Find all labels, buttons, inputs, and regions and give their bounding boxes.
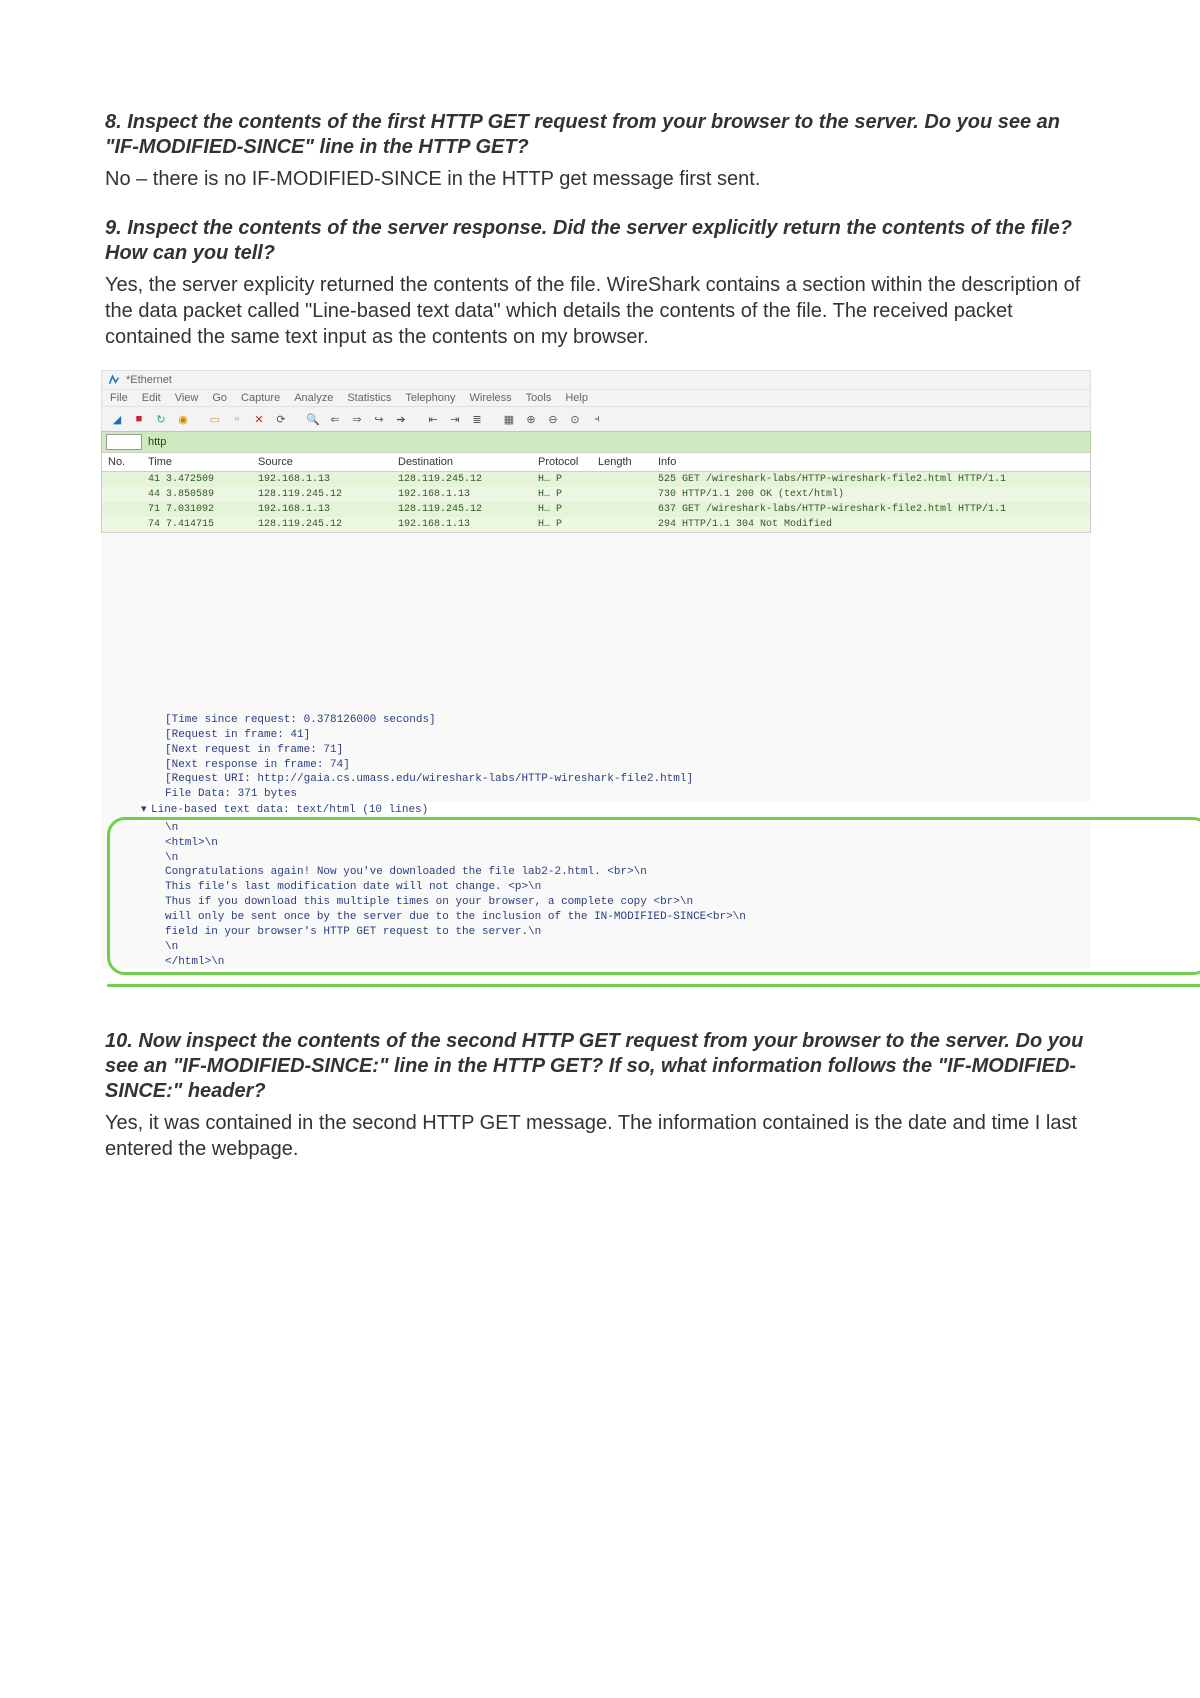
packet-list[interactable]: 41 3.472509192.168.1.13128.119.245.12H… …	[101, 472, 1091, 533]
body-line: </html>\n	[165, 955, 1091, 970]
hdr-destination[interactable]: Destination	[396, 455, 536, 469]
answer-8: No – there is no IF-MODIFIED-SINCE in th…	[105, 166, 1095, 192]
wireshark-toolbar[interactable]: ◢ ■ ↻ ◉ ▭ ▫ ✕ ⟳ 🔍 ⇐ ⇒ ↪ ➔ ⇤ ⇥ ≣ ▦ ⊕ ⊖ ⊙ …	[101, 406, 1091, 431]
toolbar-zoom-in-icon[interactable]: ⊕	[522, 410, 540, 428]
body-line: This file's last modification date will …	[165, 880, 1091, 895]
toolbar-start-icon[interactable]: ◢	[108, 410, 126, 428]
menu-wireless[interactable]: Wireless	[470, 392, 512, 404]
body-line: \n	[165, 940, 1091, 955]
toolbar-last-icon[interactable]: ⇥	[446, 410, 464, 428]
detail-line: [Request in frame: 41]	[141, 728, 1091, 743]
filter-bookmark-icon[interactable]	[106, 434, 142, 450]
table-row[interactable]: 41 3.472509192.168.1.13128.119.245.12H… …	[102, 472, 1090, 487]
toolbar-first-icon[interactable]: ⇤	[424, 410, 442, 428]
detail-line: File Data: 371 bytes	[141, 787, 1091, 802]
window-title: *Ethernet	[126, 374, 172, 386]
filter-input[interactable]: http	[148, 436, 166, 448]
body-line: field in your browser's HTTP GET request…	[165, 925, 1091, 940]
body-line: Congratulations again! Now you've downlo…	[165, 865, 1091, 880]
table-row[interactable]: 71 7.031092192.168.1.13128.119.245.12H… …	[102, 502, 1090, 517]
menu-go[interactable]: Go	[212, 392, 227, 404]
answer-9: Yes, the server explicity returned the c…	[105, 272, 1095, 350]
body-line: \n	[165, 851, 1091, 866]
menu-tools[interactable]: Tools	[526, 392, 552, 404]
packet-detail: [Time since request: 0.378126000 seconds…	[101, 713, 1091, 969]
toolbar-resize-icon[interactable]: ⫞	[588, 410, 606, 428]
menu-analyze[interactable]: Analyze	[294, 392, 333, 404]
toolbar-autoscroll-icon[interactable]: ≣	[468, 410, 486, 428]
line-based-body: \n<html>\n\nCongratulations again! Now y…	[141, 821, 1091, 969]
question-9: 9. Inspect the contents of the server re…	[105, 216, 1095, 266]
toolbar-zoom-out-icon[interactable]: ⊖	[544, 410, 562, 428]
table-row[interactable]: 44 3.850589128.119.245.12192.168.1.13H… …	[102, 487, 1090, 502]
highlight-underline	[107, 984, 1200, 987]
wireshark-logo-icon	[108, 374, 120, 386]
table-row[interactable]: 74 7.414715128.119.245.12192.168.1.13H… …	[102, 517, 1090, 532]
hdr-source[interactable]: Source	[256, 455, 396, 469]
menu-telephony[interactable]: Telephony	[405, 392, 455, 404]
toolbar-jump-icon[interactable]: ↪	[370, 410, 388, 428]
detail-line: [Next request in frame: 71]	[141, 743, 1091, 758]
hdr-protocol[interactable]: Protocol	[536, 455, 596, 469]
detail-line: [Time since request: 0.378126000 seconds…	[141, 713, 1091, 728]
hdr-time[interactable]: Time	[146, 455, 256, 469]
menu-file[interactable]: File	[110, 392, 128, 404]
hdr-info[interactable]: Info	[656, 455, 1086, 469]
wireshark-window: *Ethernet File Edit View Go Capture Anal…	[101, 370, 1091, 969]
wireshark-titlebar: *Ethernet	[101, 370, 1091, 389]
hdr-length[interactable]: Length	[596, 455, 656, 469]
toolbar-restart-icon[interactable]: ↻	[152, 410, 170, 428]
toolbar-options-icon[interactable]: ◉	[174, 410, 192, 428]
toolbar-back-icon[interactable]: ⇐	[326, 410, 344, 428]
question-10: 10. Now inspect the contents of the seco…	[105, 1029, 1095, 1104]
answer-10: Yes, it was contained in the second HTTP…	[105, 1110, 1095, 1162]
toolbar-open-icon[interactable]: ▭	[206, 410, 224, 428]
detail-line: [Request URI: http://gaia.cs.umass.edu/w…	[141, 772, 1091, 787]
menu-capture[interactable]: Capture	[241, 392, 280, 404]
line-based-header[interactable]: ▾Line-based text data: text/html (10 lin…	[141, 802, 1091, 819]
wireshark-filter-bar[interactable]: http	[101, 431, 1091, 452]
menu-help[interactable]: Help	[565, 392, 588, 404]
question-8: 8. Inspect the contents of the first HTT…	[105, 110, 1095, 160]
menu-view[interactable]: View	[175, 392, 199, 404]
toolbar-forward-icon[interactable]: ⇒	[348, 410, 366, 428]
toolbar-goto-icon[interactable]: ➔	[392, 410, 410, 428]
menu-statistics[interactable]: Statistics	[347, 392, 391, 404]
toolbar-save-icon[interactable]: ▫	[228, 410, 246, 428]
body-line: <html>\n	[165, 836, 1091, 851]
toolbar-colorize-icon[interactable]: ▦	[500, 410, 518, 428]
body-line: will only be sent once by the server due…	[165, 910, 1091, 925]
toolbar-stop-icon[interactable]: ■	[130, 410, 148, 428]
toolbar-zoom-reset-icon[interactable]: ⊙	[566, 410, 584, 428]
menu-edit[interactable]: Edit	[142, 392, 161, 404]
hdr-no[interactable]: No.	[106, 455, 146, 469]
toolbar-reload-icon[interactable]: ⟳	[272, 410, 290, 428]
toolbar-close-icon[interactable]: ✕	[250, 410, 268, 428]
body-line: \n	[165, 821, 1091, 836]
toolbar-find-icon[interactable]: 🔍	[304, 410, 322, 428]
wireshark-menubar[interactable]: File Edit View Go Capture Analyze Statis…	[101, 389, 1091, 406]
packet-list-headers: No. Time Source Destination Protocol Len…	[101, 452, 1091, 472]
body-line: Thus if you download this multiple times…	[165, 895, 1091, 910]
detail-line: [Next response in frame: 74]	[141, 758, 1091, 773]
